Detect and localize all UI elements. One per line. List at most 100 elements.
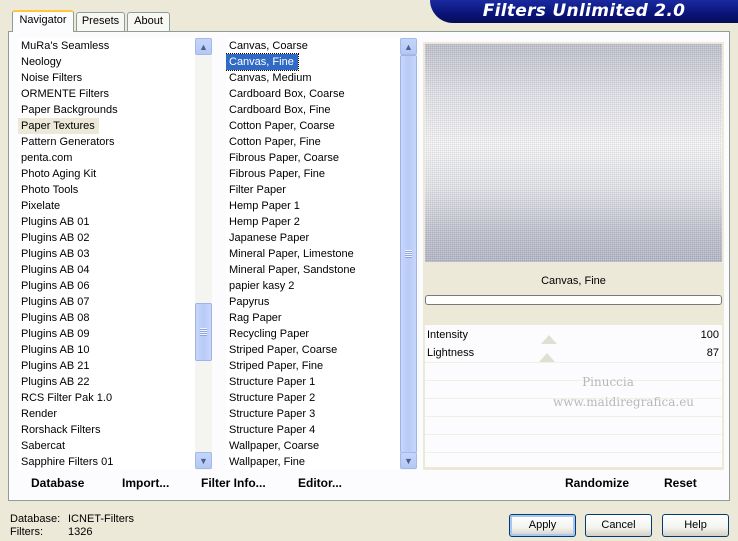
list-item[interactable]: Mineral Paper, Limestone xyxy=(226,246,402,262)
list-item[interactable]: Photo Aging Kit xyxy=(18,166,196,182)
list-item[interactable]: Plugins AB 22 xyxy=(18,374,196,390)
list-item[interactable]: Structure Paper 4 xyxy=(226,422,402,438)
list-item[interactable]: Canvas, Fine xyxy=(226,53,402,71)
filter-scrollbar[interactable]: ▲ ▼ xyxy=(400,38,417,470)
list-item[interactable]: Sabercat xyxy=(18,438,196,454)
slider-lightness[interactable]: Lightness 87 xyxy=(425,344,722,362)
list-item[interactable]: Japanese Paper xyxy=(226,230,402,246)
scroll-thumb[interactable] xyxy=(195,303,212,361)
list-item[interactable]: Paper Backgrounds xyxy=(18,102,196,118)
scroll-down-button[interactable]: ▼ xyxy=(400,452,417,469)
list-item-label: Pattern Generators xyxy=(21,136,115,148)
list-item[interactable]: Cardboard Box, Coarse xyxy=(226,86,402,102)
list-item-label: Cotton Paper, Fine xyxy=(229,136,321,148)
list-item-label: Striped Paper, Fine xyxy=(229,360,324,372)
slider-intensity[interactable]: Intensity 100 xyxy=(425,326,722,344)
list-item[interactable]: Papyrus xyxy=(226,294,402,310)
editor-button[interactable]: Editor... xyxy=(298,476,342,490)
list-item[interactable]: Plugins AB 02 xyxy=(18,230,196,246)
list-item[interactable]: Structure Paper 2 xyxy=(226,390,402,406)
list-item[interactable]: Mineral Paper, Sandstone xyxy=(226,262,402,278)
list-item[interactable]: Plugins AB 07 xyxy=(18,294,196,310)
list-item[interactable]: papier kasy 2 xyxy=(226,278,402,294)
list-item[interactable]: Canvas, Coarse xyxy=(226,38,402,54)
list-item-label: Fibrous Paper, Coarse xyxy=(229,152,340,164)
list-item[interactable]: Recycling Paper xyxy=(226,326,402,342)
empty-slider-slot xyxy=(425,452,722,468)
tab-navigator[interactable]: Navigator xyxy=(12,10,74,32)
list-item-label: Structure Paper 2 xyxy=(229,392,316,404)
list-item[interactable]: Rorshack Filters xyxy=(18,422,196,438)
list-item[interactable]: RCS Filter Pak 1.0 xyxy=(18,390,196,406)
list-item[interactable]: Fibrous Paper, Fine xyxy=(226,166,402,182)
list-item[interactable]: Plugins AB 04 xyxy=(18,262,196,278)
list-item[interactable]: Striped Paper, Coarse xyxy=(226,342,402,358)
list-item[interactable]: Plugins AB 09 xyxy=(18,326,196,342)
filter-list[interactable]: Canvas, Coarse Canvas, Fine Canvas, Medium… xyxy=(226,38,402,470)
list-item[interactable]: Wallpaper, Coarse xyxy=(226,438,402,454)
status-label: Database: xyxy=(10,513,61,525)
list-item-label: Papyrus xyxy=(229,296,270,308)
cancel-button[interactable]: Cancel xyxy=(585,514,652,537)
list-item[interactable]: Plugins AB 21 xyxy=(18,358,196,374)
list-item[interactable]: Plugins AB 06 xyxy=(18,278,196,294)
scroll-down-button[interactable]: ▼ xyxy=(195,452,212,469)
list-item[interactable]: Plugins AB 01 xyxy=(18,214,196,230)
category-scrollbar[interactable]: ▲ ▼ xyxy=(195,38,212,470)
list-item[interactable]: ORMENTE Filters xyxy=(18,86,196,102)
list-item[interactable]: penta.com xyxy=(18,150,196,166)
slider-value: 87 xyxy=(706,347,719,359)
list-item-label: Paper Textures xyxy=(18,118,99,134)
reset-button[interactable]: Reset xyxy=(664,476,697,490)
watermark-name: Pinuccia xyxy=(582,375,634,389)
list-item-label: Paper Backgrounds xyxy=(21,104,118,116)
list-item[interactable]: Pixelate xyxy=(18,198,196,214)
list-item-label: Rorshack Filters xyxy=(21,424,101,436)
list-item-label: Canvas, Medium xyxy=(229,72,312,84)
list-item[interactable]: Striped Paper, Fine xyxy=(226,358,402,374)
list-item[interactable]: Wallpaper, Fine xyxy=(226,454,402,470)
list-item[interactable]: Structure Paper 3 xyxy=(226,406,402,422)
tab-presets[interactable]: Presets xyxy=(76,12,125,31)
help-button[interactable]: Help xyxy=(662,514,729,537)
database-button[interactable]: Database xyxy=(31,476,84,490)
list-item[interactable]: Cotton Paper, Coarse xyxy=(226,118,402,134)
slider-thumb[interactable] xyxy=(538,353,555,362)
list-item[interactable]: Filter Paper xyxy=(226,182,402,198)
list-item[interactable]: Cardboard Box, Fine xyxy=(226,102,402,118)
list-item[interactable]: Photo Tools xyxy=(18,182,196,198)
scroll-thumb[interactable] xyxy=(400,55,417,453)
list-item-label: Plugins AB 01 xyxy=(21,216,90,228)
list-item[interactable]: Structure Paper 1 xyxy=(226,374,402,390)
empty-slider-slot xyxy=(425,434,722,450)
list-item[interactable]: Plugins AB 03 xyxy=(18,246,196,262)
list-item[interactable]: Plugins AB 10 xyxy=(18,342,196,358)
list-item-label: Recycling Paper xyxy=(229,328,310,340)
list-item[interactable]: Fibrous Paper, Coarse xyxy=(226,150,402,166)
list-item[interactable]: Plugins AB 08 xyxy=(18,310,196,326)
scroll-up-button[interactable]: ▲ xyxy=(400,38,417,55)
randomize-button[interactable]: Randomize xyxy=(565,476,629,490)
list-item[interactable]: Render xyxy=(18,406,196,422)
list-item-label: Cotton Paper, Coarse xyxy=(229,120,335,132)
list-item[interactable]: MuRa's Seamless xyxy=(18,38,196,54)
import-button[interactable]: Import... xyxy=(122,476,169,490)
list-item[interactable]: Hemp Paper 2 xyxy=(226,214,402,230)
slider-thumb[interactable] xyxy=(541,335,557,344)
list-item[interactable]: Cotton Paper, Fine xyxy=(226,134,402,150)
list-item[interactable]: Canvas, Medium xyxy=(226,70,402,86)
list-item[interactable]: Neology xyxy=(18,54,196,70)
list-item-label: Plugins AB 02 xyxy=(21,232,90,244)
filter-info-button[interactable]: Filter Info... xyxy=(201,476,266,490)
tab-about[interactable]: About xyxy=(127,12,170,31)
apply-button[interactable]: Apply xyxy=(509,514,576,537)
list-item[interactable]: Pattern Generators xyxy=(18,134,196,150)
category-list[interactable]: MuRa's Seamless Neology Noise Filters ORMEN… xyxy=(18,38,196,470)
list-item[interactable]: Paper Textures xyxy=(18,118,196,134)
list-item-label: Mineral Paper, Limestone xyxy=(229,248,354,260)
list-item[interactable]: Rag Paper xyxy=(226,310,402,326)
list-item[interactable]: Hemp Paper 1 xyxy=(226,198,402,214)
scroll-up-button[interactable]: ▲ xyxy=(195,38,212,55)
list-item[interactable]: Noise Filters xyxy=(18,70,196,86)
list-item[interactable]: Sapphire Filters 01 xyxy=(18,454,196,470)
